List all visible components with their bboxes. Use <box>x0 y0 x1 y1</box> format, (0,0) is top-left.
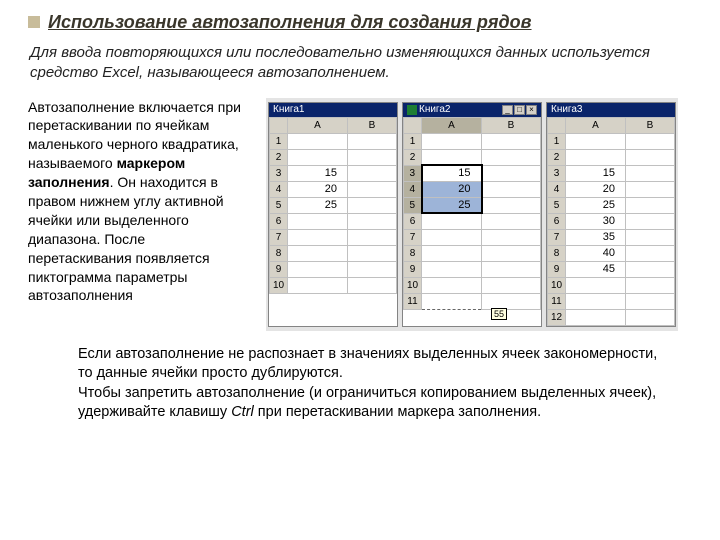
row-header: 2 <box>404 149 422 165</box>
conclusion-block: Если автозаполнение не распознает в знач… <box>78 345 670 423</box>
workbook-title: Книга2 <box>419 104 450 115</box>
cell: 35 <box>566 229 626 245</box>
row-header: 11 <box>548 293 566 309</box>
row-header: 1 <box>404 133 422 149</box>
description-paragraph: Автозаполнение включается при перетаскив… <box>28 98 252 306</box>
grid-left: A B 1 2 315 420 525 6 7 8 9 10 <box>269 117 397 294</box>
corner-cell <box>404 117 422 133</box>
row-header: 6 <box>270 213 288 229</box>
row-header: 5 <box>548 197 566 213</box>
corner-cell <box>270 117 288 133</box>
col-header: A <box>422 117 482 133</box>
row-header: 4 <box>270 181 288 197</box>
workbook-left: Книга1 A B 1 2 315 420 525 6 7 8 9 <box>268 102 398 327</box>
row-header: 7 <box>548 229 566 245</box>
col-header: A <box>288 117 348 133</box>
row-header: 10 <box>548 277 566 293</box>
row-header: 9 <box>270 261 288 277</box>
row-header: 10 <box>404 277 422 293</box>
col-header: B <box>482 117 541 133</box>
row-header: 5 <box>404 197 422 213</box>
bullet-square <box>28 16 40 28</box>
fill-tooltip: 55 <box>491 308 507 320</box>
cell: 30 <box>566 213 626 229</box>
row-header: 4 <box>548 181 566 197</box>
ctrl-key: Ctrl <box>231 404 254 420</box>
corner-cell <box>548 117 566 133</box>
row-header: 10 <box>270 277 288 293</box>
cell: 25 <box>288 197 348 213</box>
row-header: 2 <box>270 149 288 165</box>
row-header: 1 <box>548 133 566 149</box>
row-header: 9 <box>404 261 422 277</box>
cell: 20 <box>288 181 348 197</box>
row-header: 11 <box>404 293 422 309</box>
grid-right: A B 1 2 315 420 525 630 735 840 945 10 1… <box>547 117 675 326</box>
minimize-button[interactable]: _ <box>502 105 513 115</box>
row-header: 7 <box>404 229 422 245</box>
row-header: 4 <box>404 181 422 197</box>
row-header: 12 <box>548 309 566 325</box>
conclusion-p1: Если автозаполнение не распознает в знач… <box>78 345 670 384</box>
cell: 20 <box>422 181 482 197</box>
row-header: 3 <box>548 165 566 181</box>
col-header: B <box>626 117 675 133</box>
row-header: 8 <box>404 245 422 261</box>
desc-part-2: . Он находится в правом нижнем углу акти… <box>28 174 224 303</box>
row-header: 6 <box>404 213 422 229</box>
titlebar-left: Книга1 <box>269 103 397 117</box>
col-header: A <box>566 117 626 133</box>
close-button[interactable]: × <box>526 105 537 115</box>
row-header: 2 <box>548 149 566 165</box>
row-header: 5 <box>270 197 288 213</box>
intro-text: Для ввода повторяющихся или последовател… <box>30 43 692 84</box>
row-header: 8 <box>548 245 566 261</box>
row-header: 9 <box>548 261 566 277</box>
titlebar-right: Книга3 <box>547 103 675 117</box>
cell: 40 <box>566 245 626 261</box>
row-header: 3 <box>404 165 422 181</box>
row-header: 7 <box>270 229 288 245</box>
maximize-button[interactable]: □ <box>514 105 525 115</box>
row-header: 1 <box>270 133 288 149</box>
col-header: B <box>348 117 397 133</box>
page-title: Использование автозаполнения для создани… <box>48 12 532 33</box>
excel-icon <box>407 105 417 115</box>
row-header: 8 <box>270 245 288 261</box>
cell: 15 <box>422 165 482 181</box>
titlebar-middle: Книга2 _ □ × <box>403 103 541 117</box>
workbook-title: Книга3 <box>551 104 582 115</box>
conclusion-p2: Чтобы запретить автозаполнение (и ограни… <box>78 384 670 423</box>
workbook-title: Книга1 <box>273 104 304 115</box>
cell: 20 <box>566 181 626 197</box>
row-header: 3 <box>270 165 288 181</box>
grid-middle: A B 1 2 315 420 525 6 7 8 9 10 11 <box>403 117 541 310</box>
workbook-right: Книга3 A B 1 2 315 420 525 630 735 840 <box>546 102 676 327</box>
cell: 15 <box>288 165 348 181</box>
cell: 25 <box>566 197 626 213</box>
spreadsheet-panel: Книга1 A B 1 2 315 420 525 6 7 8 9 <box>266 98 678 331</box>
cell: 45 <box>566 261 626 277</box>
cell: 25 <box>422 197 482 213</box>
workbook-middle: Книга2 _ □ × A B 1 2 315 420 <box>402 102 542 327</box>
row-header: 6 <box>548 213 566 229</box>
cell: 15 <box>566 165 626 181</box>
